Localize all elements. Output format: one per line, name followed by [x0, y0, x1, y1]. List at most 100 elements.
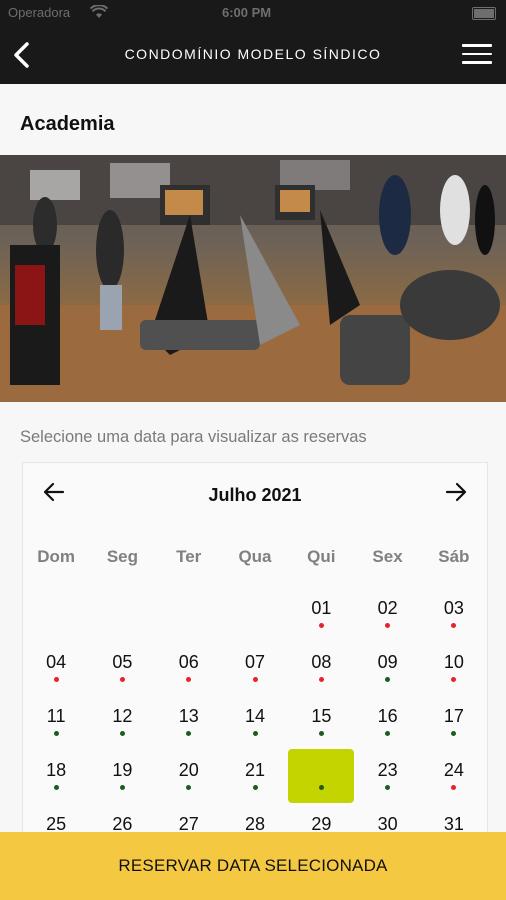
available-dot-indicator	[252, 785, 258, 790]
calendar-day-number: 04	[46, 652, 67, 672]
calendar-day-number: 03	[443, 598, 464, 618]
calendar-day-number: 12	[112, 706, 133, 726]
unavailable-dot-indicator	[53, 677, 59, 682]
unavailable-dot-indicator	[451, 623, 457, 628]
calendar: Julho 2021 Dom Seg Ter Qua Qui Sex Sáb 0…	[22, 462, 488, 864]
calendar-day-number: 10	[443, 652, 464, 672]
calendar-day[interactable]: 16	[354, 697, 420, 751]
weekday-label: Qui	[307, 547, 336, 566]
weekday-label: Ter	[176, 547, 202, 566]
calendar-day[interactable]: 10	[421, 643, 487, 697]
next-month-arrow-icon[interactable]	[445, 481, 467, 503]
section-title: Academia	[20, 113, 115, 135]
calendar-day-number: 01	[311, 598, 332, 618]
available-dot-indicator	[318, 785, 324, 790]
calendar-day[interactable]: 06	[156, 643, 222, 697]
calendar-day-number: 28	[245, 814, 266, 834]
calendar-day-number: 11	[46, 706, 66, 726]
carrier-label: Operadora	[8, 5, 71, 20]
unavailable-dot-indicator	[186, 677, 192, 682]
unavailable-dot-indicator	[252, 677, 258, 682]
calendar-day[interactable]: 08	[288, 643, 354, 697]
weekday-label: Qua	[238, 547, 272, 566]
calendar-day[interactable]: 02	[354, 589, 420, 643]
calendar-day[interactable]: 23	[354, 751, 420, 805]
calendar-day[interactable]: 21	[222, 751, 288, 805]
calendar-day[interactable]: 01	[288, 589, 354, 643]
calendar-day-number: 13	[178, 706, 199, 726]
calendar-day-number: 20	[178, 760, 199, 780]
calendar-day[interactable]: 17	[421, 697, 487, 751]
calendar-day[interactable]: 24	[421, 751, 487, 805]
calendar-day-number: 06	[178, 652, 199, 672]
reserve-selected-date-button[interactable]: RESERVAR DATA SELECIONADA	[0, 832, 506, 900]
calendar-day-number: 19	[112, 760, 133, 780]
calendar-day-number: 31	[443, 814, 464, 834]
weekday-header: Dom Seg Ter Qua Qui Sex Sáb	[23, 547, 487, 571]
selected-day-highlight	[288, 749, 355, 803]
calendar-day[interactable]: 19	[89, 751, 155, 805]
available-dot-indicator	[451, 731, 457, 736]
page-title: CONDOMÍNIO MODELO SÍNDICO	[124, 46, 382, 62]
calendar-day-number: 27	[178, 814, 199, 834]
calendar-empty-cell	[156, 589, 222, 643]
calendar-day-number: 18	[46, 760, 67, 780]
available-dot-indicator	[252, 731, 258, 736]
calendar-day-number: 25	[46, 814, 67, 834]
calendar-day[interactable]: 09	[354, 643, 420, 697]
calendar-day-number: 05	[112, 652, 133, 672]
calendar-day-number: 02	[377, 598, 398, 618]
available-dot-indicator	[385, 677, 391, 682]
weekday-label: Seg	[106, 547, 139, 566]
weekday-label: Sáb	[438, 547, 470, 566]
calendar-day-number: 17	[443, 706, 464, 726]
available-dot-indicator	[318, 731, 324, 736]
available-dot-indicator	[385, 731, 391, 736]
hamburger-menu-icon[interactable]	[462, 44, 492, 66]
calendar-day[interactable]: 15	[288, 697, 354, 751]
wifi-icon	[90, 5, 108, 18]
calendar-day-number: 08	[311, 652, 332, 672]
unavailable-dot-indicator	[318, 677, 324, 682]
unavailable-dot-indicator	[385, 623, 391, 628]
calendar-day[interactable]: 14	[222, 697, 288, 751]
calendar-grid: 01 02 03 04 05 06 07 08 09 10 11 12 13 14 15 16 17 18 19 20…	[23, 589, 487, 859]
calendar-day-number: 09	[377, 652, 398, 672]
calendar-day[interactable]: 05	[89, 643, 155, 697]
calendar-day-number: 30	[377, 814, 398, 834]
navigation-bar: CONDOMÍNIO MODELO SÍNDICO	[0, 26, 506, 84]
calendar-day[interactable]: 20	[156, 751, 222, 805]
battery-icon	[472, 7, 496, 20]
status-bar: Operadora 6:00 PM	[0, 0, 506, 26]
calendar-day-selected[interactable]: 22	[288, 749, 355, 805]
instruction-text: Selecione uma data para visualizar as re…	[20, 428, 367, 446]
unavailable-dot-indicator	[451, 677, 457, 682]
calendar-day[interactable]: 07	[222, 643, 288, 697]
calendar-empty-cell	[222, 589, 288, 643]
unavailable-dot-indicator	[451, 785, 457, 790]
calendar-day-number: 16	[377, 706, 398, 726]
calendar-day-number: 26	[112, 814, 133, 834]
weekday-label: Sex	[372, 547, 403, 566]
calendar-day-number: 24	[443, 760, 464, 780]
calendar-day[interactable]: 12	[89, 697, 155, 751]
calendar-day-number: 07	[245, 652, 266, 672]
month-label: Julho 2021	[208, 485, 302, 505]
gym-photo	[0, 155, 506, 402]
unavailable-dot-indicator	[119, 677, 125, 682]
calendar-day[interactable]: 18	[23, 751, 89, 805]
available-dot-indicator	[119, 785, 125, 790]
calendar-day[interactable]: 13	[156, 697, 222, 751]
available-dot-indicator	[186, 785, 192, 790]
calendar-empty-cell	[89, 589, 155, 643]
calendar-day-number: 29	[311, 814, 332, 834]
calendar-day[interactable]: 04	[23, 643, 89, 697]
weekday-label: Dom	[37, 547, 76, 566]
available-dot-indicator	[53, 731, 59, 736]
calendar-day-number: 21	[245, 760, 266, 780]
available-dot-indicator	[53, 785, 59, 790]
available-dot-indicator	[119, 731, 125, 736]
calendar-day[interactable]: 03	[421, 589, 487, 643]
calendar-empty-cell	[23, 589, 89, 643]
calendar-day[interactable]: 11	[23, 697, 89, 751]
